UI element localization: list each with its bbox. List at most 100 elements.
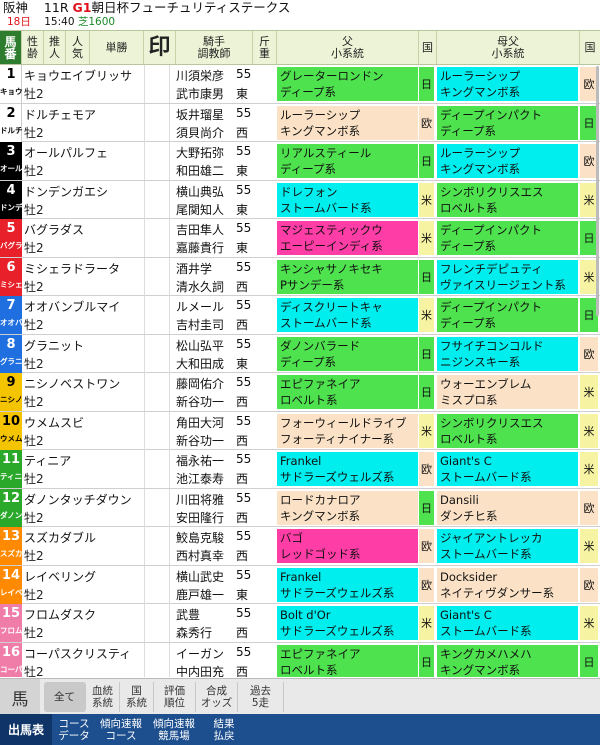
bms-cell[interactable]: シンボリクリスエス ロベルト系 [437,413,578,448]
sire-cell[interactable]: ドレフォン ストームバード系 [277,182,418,217]
tab-bloodline[interactable]: 血統 系統 [86,682,120,712]
jockey[interactable]: イーガン [176,645,224,662]
mark-cell[interactable] [144,450,170,488]
horse-name[interactable]: ミシェラドラータ [24,260,120,277]
horse-name[interactable]: ドルチェモア [24,106,96,123]
horse-name[interactable]: レイベリング [24,568,96,585]
bms-cell[interactable]: Giant's C ストームバード系 [437,452,578,486]
trainer[interactable]: 清水久詞 [176,278,224,295]
trainer[interactable]: 中内田充 [176,663,224,678]
trainer[interactable]: 鹿戸雄一 [176,586,224,603]
trainer[interactable]: 吉村圭司 [176,316,224,333]
col-popularity[interactable]: 人 気 [66,31,90,64]
tab-synthetic-odds[interactable]: 合成 オッズ [196,682,238,712]
sire-cell[interactable]: マジェスティックウ エーピーインディ系 [277,221,418,255]
bms-cell[interactable]: キングカメハメハ キングマンボ系 [437,644,578,677]
trainer[interactable]: 新谷功一 [176,432,224,449]
bms-cell[interactable]: Docksider ネイティヴダンサー系 [437,567,578,602]
bms-cell[interactable]: ウォーエンブレム ミスプロ系 [437,375,578,409]
horse-name[interactable]: バグラダス [24,221,84,238]
jockey[interactable]: 坂井瑠星 [176,106,224,123]
horse-name[interactable]: グラニット [24,337,84,354]
entry-row[interactable]: 10 ウメム ウメムスビ 牡2 角田大河 新谷功一 55 西 フォーウィールドライブ フォーティナ… [0,411,600,450]
col-umaban[interactable]: 馬 番 [0,31,22,64]
col-mark[interactable]: 印 [144,31,176,64]
mark-cell[interactable] [144,334,170,373]
bms-cell[interactable]: ディープインパクト ディープ系 [437,221,578,255]
bms-cell[interactable]: Giant's C ストームバード系 [437,606,578,640]
entry-row[interactable]: 15 フロム フロムダスク 牡2 武豊 森秀行 55 西 Bolt d'Or サドラーズウェルズ系… [0,604,600,643]
bms-cell[interactable]: ディープインパクト ディープ系 [437,105,578,140]
sire-cell[interactable]: エピファネイア ロベルト系 [277,644,418,677]
jockey[interactable]: 角田大河 [176,414,224,431]
entry-row[interactable]: 14 レイベ レイベリング 牡2 横山武史 鹿戸雄一 55 東 Frankel サドラーズウェルズ… [0,565,600,604]
entry-row[interactable]: 6 ミシェ ミシェラドラータ 牡2 酒井学 清水久詞 55 西キンシャサノキセキ Pサンデー系日… [0,257,600,296]
trainer[interactable]: 和田雄二 [176,162,224,179]
horse-name[interactable]: フロムダスク [24,606,96,623]
trainer[interactable]: 武市康男 [176,85,224,102]
horse-name[interactable]: オオバンブルマイ [24,298,120,315]
sire-cell[interactable]: ディスクリートキャ ストームバード系 [277,298,418,332]
jockey[interactable]: 横山武史 [176,568,224,585]
mark-cell[interactable] [144,411,170,450]
tab-past-5[interactable]: 過去 5走 [238,682,284,712]
col-sire-country[interactable]: 国 [419,31,437,64]
col-bms[interactable]: 母父 小系統 [437,31,580,64]
sire-cell[interactable]: ダノンバラード ディープ系 [277,336,418,371]
entry-row[interactable]: 7 オオバ オオバンブルマイ 牡2 ルメール 吉村圭司 55 西 ディスクリートキャ ストームバー… [0,296,600,335]
trainer[interactable]: 池江泰寿 [176,470,224,487]
sire-cell[interactable]: Frankel サドラーズウェルズ系 [277,567,418,602]
horse-name[interactable]: ニシノベストワン [24,375,120,392]
jockey[interactable]: 武豊 [176,606,200,623]
sire-cell[interactable]: バゴ レッドゴッド系 [277,529,418,563]
horse-name[interactable]: スズカダブル [24,529,96,546]
bms-cell[interactable]: フサイチコンコルド ニジンスキー系 [437,336,578,371]
tab-rating[interactable]: 評価 順位 [154,682,196,712]
entry-row[interactable]: 8 グラニ グラニット 牡2 松山弘平 大和田成 55 東ダノンバラード ディープ系日フサイチコ… [0,334,600,373]
bms-cell[interactable]: Dansili ダンチヒ系 [437,490,578,525]
mark-cell[interactable] [144,142,170,180]
col-jockey[interactable]: 騎手 調教師 [176,31,253,64]
trainer[interactable]: 新谷功一 [176,393,224,410]
nav-trend-course[interactable]: 傾向速報 コース [96,714,146,745]
nav-entries[interactable]: 出馬表 [0,714,52,745]
jockey[interactable]: 鮫島克駿 [176,529,224,546]
bms-cell[interactable]: ディープインパクト ディープ系 [437,298,578,332]
trainer[interactable]: 西村真幸 [176,547,224,564]
sire-cell[interactable]: リアルスティール ディープ系 [277,144,418,178]
entry-row[interactable]: 16 コーパ コーパスクリスティ 牡2 イーガン 中内田充 55 西エピファネイア ロベルト系日… [0,642,600,678]
bms-cell[interactable]: ジャイアントレッカ ストームバード系 [437,529,578,563]
bms-cell[interactable]: シンボリクリスエス ロベルト系 [437,182,578,217]
nav-trend-venue[interactable]: 傾向速報 競馬場 [146,714,202,745]
tab-country[interactable]: 国 系統 [120,682,154,712]
scrollbar[interactable] [596,66,599,316]
horse-name[interactable]: ダノンタッチダウン [24,491,132,508]
entry-row[interactable]: 3 オール オールパルフェ 牡2 大野拓弥 和田雄二 55 東リアルスティール ディープ系日ルー… [0,142,600,181]
tab-all[interactable]: 全て [44,682,86,712]
jockey[interactable]: 川須栄彦 [176,67,224,84]
mark-cell[interactable] [144,565,170,604]
mark-cell[interactable] [144,296,170,334]
sire-cell[interactable]: Frankel サドラーズウェルズ系 [277,452,418,486]
trainer[interactable]: 嘉藤貴行 [176,239,224,256]
jockey[interactable]: 大野拓弥 [176,144,224,161]
entry-row[interactable]: 9 ニシノ ニシノベストワン 牡2 藤岡佑介 新谷功一 55 西エピファネイア ロベルト系日ウォ… [0,373,600,412]
jockey[interactable]: 川田将雅 [176,491,224,508]
sire-cell[interactable]: ルーラーシップ キングマンボ系 [277,105,418,140]
sire-cell[interactable]: ロードカナロア キングマンボ系 [277,490,418,525]
jockey[interactable]: 藤岡佑介 [176,375,224,392]
mark-cell[interactable] [144,373,170,411]
mark-cell[interactable] [144,219,170,257]
mark-cell[interactable] [144,642,170,677]
bms-cell[interactable]: ルーラーシップ キングマンボ系 [437,67,578,101]
jockey[interactable]: 福永祐一 [176,452,224,469]
sire-cell[interactable]: エピファネイア ロベルト系 [277,375,418,409]
mark-cell[interactable] [144,65,170,103]
sire-cell[interactable]: グレーターロンドン ディープ系 [277,67,418,101]
trainer[interactable]: 尾関知人 [176,201,224,218]
bms-cell[interactable]: フレンチデピュティ ヴァイスリージェント系 [437,259,578,294]
horse-name[interactable]: キョウエイブリッサ [24,67,132,84]
jockey[interactable]: ルメール [176,298,224,315]
trainer[interactable]: 森秀行 [176,624,212,641]
col-recommend[interactable]: 推 人 [44,31,66,64]
